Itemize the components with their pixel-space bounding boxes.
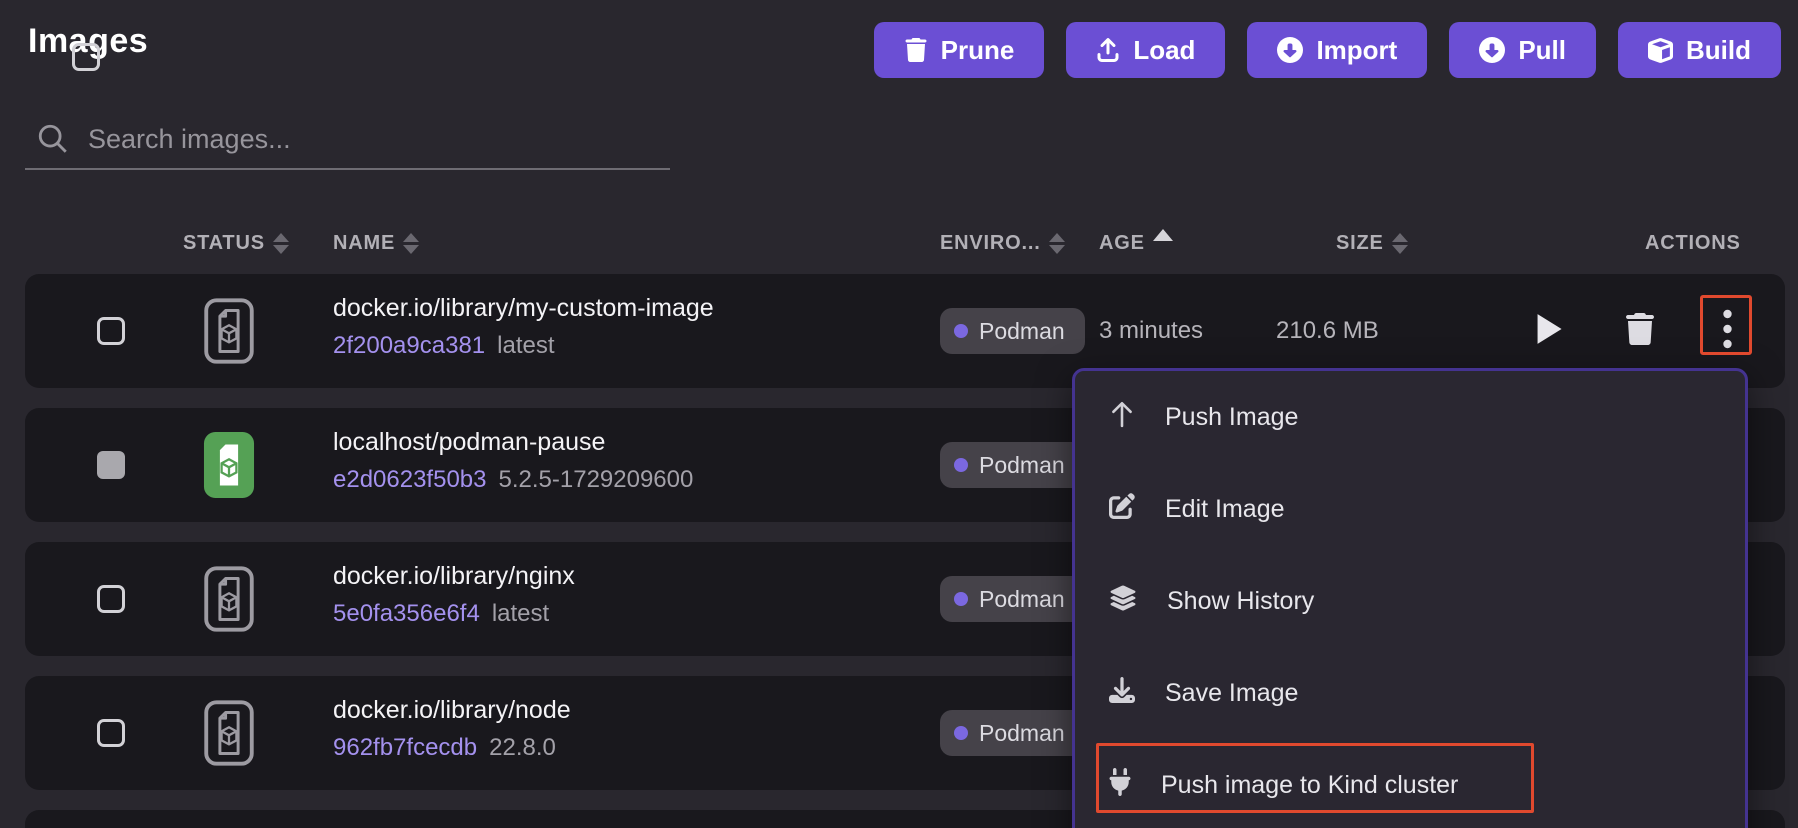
menu-item-edit-image[interactable]: Edit Image: [1075, 463, 1745, 555]
environment-badge: Podman: [940, 576, 1085, 622]
environment-label: Podman: [979, 586, 1065, 613]
arrow-up-icon: [1109, 400, 1135, 435]
row-checkbox[interactable]: [97, 719, 125, 747]
image-subtitle: e2d0623f50b3 5.2.5-1729209600: [333, 466, 693, 494]
image-name: docker.io/library/node: [333, 696, 571, 725]
image-name: localhost/podman-pause: [333, 428, 605, 457]
load-button-label: Load: [1133, 35, 1195, 66]
row-checkbox[interactable]: [97, 585, 125, 613]
import-button[interactable]: Import: [1247, 22, 1427, 78]
load-button[interactable]: Load: [1066, 22, 1225, 78]
menu-item-label: Push image to Kind cluster: [1161, 771, 1458, 800]
image-digest: 962fb7fcecdb: [333, 734, 477, 761]
cube-icon: [1648, 38, 1673, 63]
context-menu: Push Image Edit Image Show History Save …: [1072, 368, 1748, 828]
image-file-icon: [203, 566, 255, 637]
build-button-label: Build: [1686, 35, 1751, 66]
environment-label: Podman: [979, 452, 1065, 479]
image-digest: 2f200a9ca381: [333, 332, 485, 359]
column-label: AGE: [1099, 232, 1145, 255]
menu-item-show-history[interactable]: Show History: [1075, 555, 1745, 647]
column-header-status[interactable]: STATUS: [183, 229, 289, 257]
column-label: STATUS: [183, 232, 265, 255]
image-name: docker.io/library/my-custom-image: [333, 294, 714, 323]
environment-badge: Podman: [940, 308, 1085, 354]
column-header-size[interactable]: SIZE: [1336, 229, 1408, 257]
prune-button-label: Prune: [941, 35, 1015, 66]
menu-item-label: Save Image: [1165, 679, 1298, 708]
trash-icon: [904, 38, 928, 62]
image-file-icon-green: [203, 432, 255, 503]
menu-item-push-image-to-kind-cluster[interactable]: Push image to Kind cluster: [1075, 739, 1745, 828]
kebab-icon: [1723, 309, 1732, 354]
image-tag: 5.2.5-1729209600: [499, 466, 694, 493]
image-name: docker.io/library/nginx: [333, 562, 575, 591]
menu-item-label: Show History: [1167, 587, 1314, 616]
podman-dot-icon: [954, 324, 968, 338]
column-header-environment[interactable]: ENVIRO...: [940, 229, 1065, 257]
image-tag: latest: [497, 332, 554, 359]
image-subtitle: 2f200a9ca381 latest: [333, 332, 555, 360]
circle-down-icon: [1479, 37, 1505, 63]
search-underline: [25, 168, 670, 170]
pull-button[interactable]: Pull: [1449, 22, 1596, 78]
environment-badge: Podman: [940, 710, 1085, 756]
row-checkbox-disabled[interactable]: [97, 451, 125, 479]
select-all-checkbox[interactable]: [72, 43, 100, 71]
sort-icon: [403, 233, 419, 254]
layers-icon: [1109, 585, 1137, 618]
circle-down-icon: [1277, 37, 1303, 63]
podman-dot-icon: [954, 458, 968, 472]
environment-label: Podman: [979, 720, 1065, 747]
menu-item-push-image[interactable]: Push Image: [1075, 371, 1745, 463]
play-icon: [1535, 313, 1563, 350]
image-tag: latest: [492, 600, 549, 627]
column-header-age[interactable]: AGE: [1099, 229, 1173, 257]
environment-label: Podman: [979, 318, 1065, 345]
sort-icon: [1049, 233, 1065, 254]
menu-item-save-image[interactable]: Save Image: [1075, 647, 1745, 739]
row-checkbox[interactable]: [97, 317, 125, 345]
sort-icon: [1392, 233, 1408, 254]
image-digest: e2d0623f50b3: [333, 466, 487, 493]
prune-button[interactable]: Prune: [874, 22, 1045, 78]
column-header-actions: ACTIONS: [1645, 229, 1741, 257]
image-file-icon: [203, 298, 255, 369]
build-button[interactable]: Build: [1618, 22, 1781, 78]
menu-item-label: Edit Image: [1165, 495, 1285, 524]
sort-icon: [273, 233, 289, 254]
column-label: ENVIRO...: [940, 232, 1041, 255]
column-label: ACTIONS: [1645, 232, 1741, 255]
menu-item-label: Push Image: [1165, 403, 1298, 432]
upload-icon: [1096, 38, 1120, 62]
column-header-name[interactable]: NAME: [333, 229, 419, 257]
search-icon: [36, 122, 70, 161]
trash-icon: [1625, 313, 1655, 350]
search-bar: [25, 110, 670, 172]
podman-dot-icon: [954, 592, 968, 606]
image-file-icon: [203, 700, 255, 771]
podman-dot-icon: [954, 726, 968, 740]
image-subtitle: 5e0fa356e6f4 latest: [333, 600, 549, 628]
plug-icon: [1109, 768, 1131, 803]
environment-badge: Podman: [940, 442, 1085, 488]
toolbar: Prune Load Import Pull Build: [874, 22, 1781, 78]
column-label: NAME: [333, 232, 395, 255]
image-subtitle: 962fb7fcecdb 22.8.0: [333, 734, 556, 762]
save-icon: [1109, 677, 1135, 710]
sort-ascending-icon: [1153, 229, 1173, 241]
image-tag: 22.8.0: [489, 734, 556, 761]
pull-button-label: Pull: [1518, 35, 1566, 66]
search-input[interactable]: [88, 116, 648, 162]
import-button-label: Import: [1316, 35, 1397, 66]
pen-square-icon: [1109, 493, 1135, 526]
column-label: SIZE: [1336, 232, 1384, 255]
image-digest: 5e0fa356e6f4: [333, 600, 480, 627]
